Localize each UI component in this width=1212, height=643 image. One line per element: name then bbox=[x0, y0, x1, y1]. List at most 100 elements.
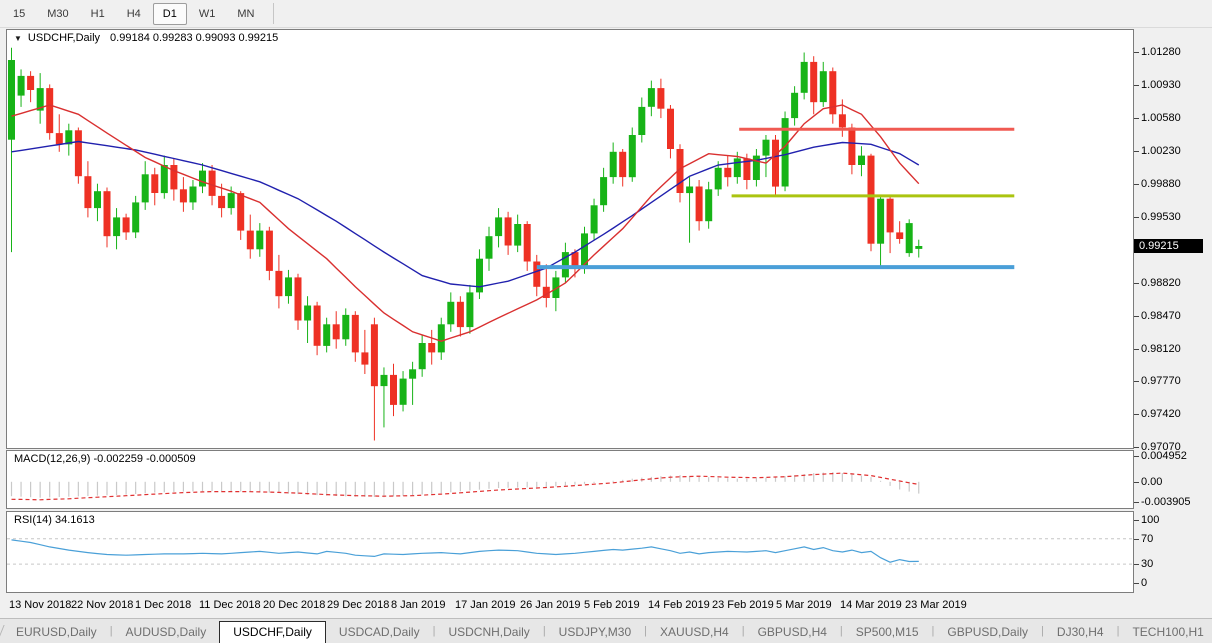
candle-body bbox=[419, 343, 426, 369]
candle-body bbox=[333, 324, 340, 339]
chart-tab-tech100-h1[interactable]: TECH100,H1 bbox=[1119, 623, 1212, 643]
macd-tick-label: 0.00 bbox=[1141, 476, 1162, 488]
price-tick-label: 0.98470 bbox=[1141, 310, 1181, 322]
timeframe-button-MN[interactable]: MN bbox=[227, 3, 264, 25]
candle-body bbox=[896, 232, 903, 239]
candle-body bbox=[228, 193, 235, 208]
candle-body bbox=[705, 189, 712, 221]
price-tick-label: 0.98820 bbox=[1141, 277, 1181, 289]
chart-tab-audusd-daily[interactable]: AUDUSD,Daily bbox=[113, 623, 220, 643]
date-tick-label: 5 Mar 2019 bbox=[776, 599, 832, 611]
axis-tick bbox=[1134, 118, 1139, 119]
candle-body bbox=[600, 177, 607, 205]
candle-body bbox=[868, 156, 875, 244]
candle-body bbox=[915, 246, 922, 249]
axis-tick bbox=[1134, 482, 1139, 483]
candle-body bbox=[696, 187, 703, 222]
timeframe-button-D1[interactable]: D1 bbox=[153, 3, 187, 25]
timeframe-toolbar: 15M30H1H4D1W1MN bbox=[0, 0, 1212, 28]
candle-body bbox=[180, 189, 187, 202]
toolbar-separator bbox=[273, 3, 274, 24]
candle-body bbox=[218, 196, 225, 208]
candle-body bbox=[94, 191, 101, 208]
timeframe-button-15[interactable]: 15 bbox=[3, 3, 35, 25]
candle-body bbox=[820, 71, 827, 102]
candle-body bbox=[56, 133, 63, 144]
candle-body bbox=[591, 205, 598, 233]
chart-tab-bar: EURUSD,Daily|AUDUSD,DailyUSDCHF,DailyUSD… bbox=[0, 618, 1212, 643]
axis-tick bbox=[1134, 456, 1139, 457]
candlestick-canvas[interactable] bbox=[7, 30, 1133, 448]
price-tick-label: 0.99880 bbox=[1141, 178, 1181, 190]
axis-tick bbox=[1134, 381, 1139, 382]
candle-body bbox=[648, 88, 655, 107]
candle-body bbox=[887, 199, 894, 233]
candle-body bbox=[8, 60, 15, 140]
candle-body bbox=[323, 324, 330, 346]
candle-body bbox=[142, 174, 149, 202]
candle-body bbox=[151, 174, 158, 193]
timeframe-button-H4[interactable]: H4 bbox=[117, 3, 151, 25]
price-tick-label: 1.00230 bbox=[1141, 145, 1181, 157]
price-tick-label: 0.97420 bbox=[1141, 408, 1181, 420]
rsi-canvas[interactable] bbox=[7, 512, 1133, 592]
chart-tab-dj30-h4[interactable]: DJ30,H4 bbox=[1044, 623, 1117, 643]
date-tick-label: 17 Jan 2019 bbox=[455, 599, 516, 611]
macd-indicator-pane[interactable]: MACD(12,26,9) -0.002259 -0.000509 bbox=[6, 450, 1134, 509]
chart-tab-usdjpy-m30[interactable]: USDJPY,M30 bbox=[546, 623, 644, 643]
candle-body bbox=[457, 302, 464, 327]
timeframe-button-W1[interactable]: W1 bbox=[189, 3, 226, 25]
candle-body bbox=[247, 231, 254, 250]
chart-tab-usdchf-daily[interactable]: USDCHF,Daily bbox=[219, 621, 326, 643]
axis-tick bbox=[1134, 414, 1139, 415]
candle-body bbox=[657, 88, 664, 109]
candle-body bbox=[581, 233, 588, 268]
axis-tick bbox=[1134, 349, 1139, 350]
chart-tab-sp500-m15[interactable]: SP500,M15 bbox=[843, 623, 932, 643]
candle-body bbox=[638, 107, 645, 135]
chart-tab-usdcnh-daily[interactable]: USDCNH,Daily bbox=[435, 623, 542, 643]
candle-body bbox=[342, 315, 349, 339]
timeframe-button-H1[interactable]: H1 bbox=[81, 3, 115, 25]
axis-tick bbox=[1134, 316, 1139, 317]
date-tick-label: 23 Feb 2019 bbox=[712, 599, 774, 611]
date-tick-label: 26 Jan 2019 bbox=[520, 599, 581, 611]
rsi-tick-label: 30 bbox=[1141, 558, 1153, 570]
chart-tab-gbpusd-daily[interactable]: GBPUSD,Daily bbox=[934, 623, 1041, 643]
candle-body bbox=[199, 171, 206, 187]
candle-body bbox=[209, 171, 216, 196]
candle-body bbox=[361, 352, 368, 364]
candle-body bbox=[877, 199, 884, 244]
candle-body bbox=[190, 187, 197, 203]
axis-tick bbox=[1134, 283, 1139, 284]
rsi-indicator-pane[interactable]: RSI(14) 34.1613 bbox=[6, 511, 1134, 593]
timeframe-button-M30[interactable]: M30 bbox=[37, 3, 78, 25]
candle-body bbox=[486, 236, 493, 259]
candle-body bbox=[667, 109, 674, 149]
candle-body bbox=[466, 292, 473, 327]
candle-body bbox=[275, 271, 282, 296]
price-chart-pane[interactable]: ▼USDCHF,Daily0.99184 0.99283 0.99093 0.9… bbox=[6, 29, 1134, 449]
chart-tab-gbpusd-h4[interactable]: GBPUSD,H4 bbox=[745, 623, 840, 643]
candle-body bbox=[906, 223, 913, 253]
candle-body bbox=[371, 324, 378, 386]
rsi-tick-label: 0 bbox=[1141, 577, 1147, 589]
date-tick-label: 11 Dec 2018 bbox=[199, 599, 261, 611]
candle-body bbox=[132, 202, 139, 232]
axis-tick bbox=[1134, 85, 1139, 86]
candle-body bbox=[734, 158, 741, 177]
candle-body bbox=[295, 277, 302, 320]
chart-tab-usdcad-daily[interactable]: USDCAD,Daily bbox=[326, 623, 433, 643]
candle-body bbox=[801, 62, 808, 93]
current-price-tag: 0.99215 bbox=[1134, 239, 1203, 253]
candle-body bbox=[381, 375, 388, 386]
chart-symbol-period: USDCHF,Daily bbox=[28, 32, 100, 44]
candle-body bbox=[409, 369, 416, 378]
chart-tab-xauusd-h4[interactable]: XAUUSD,H4 bbox=[647, 623, 742, 643]
candle-body bbox=[18, 76, 25, 96]
chart-menu-caret-icon[interactable]: ▼ bbox=[14, 34, 22, 43]
candle-body bbox=[772, 140, 779, 187]
axis-tick bbox=[1134, 564, 1139, 565]
date-tick-label: 23 Mar 2019 bbox=[905, 599, 967, 611]
chart-tab-eurusd-daily[interactable]: EURUSD,Daily bbox=[3, 623, 110, 643]
